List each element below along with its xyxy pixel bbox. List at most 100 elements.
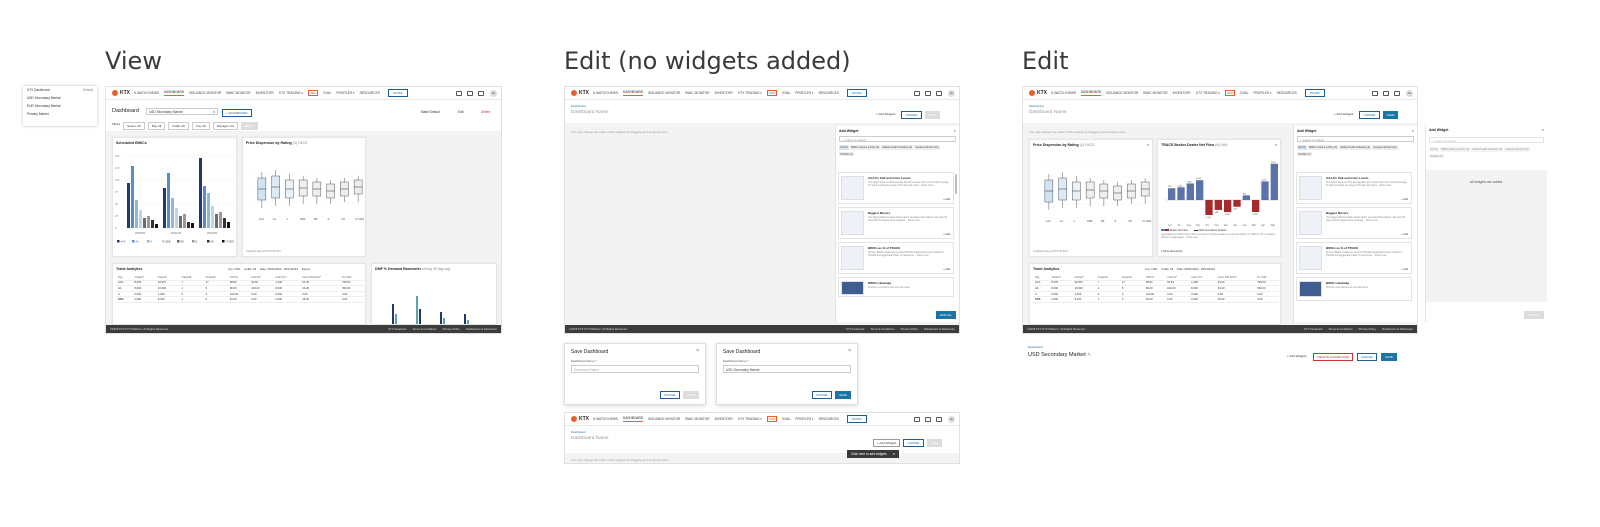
breadcrumb[interactable]: Dashboard (1028, 345, 1043, 349)
add-all-button[interactable]: ADD ALL (935, 311, 956, 319)
nav-profiles[interactable]: PROFILES ▾ (795, 91, 813, 95)
close-icon[interactable]: × (954, 128, 956, 133)
filter-manager[interactable]: Manager: All (212, 122, 238, 130)
footer-link[interactable]: Terms & Conditions (870, 327, 894, 331)
chip[interactable]: All (21) (1297, 145, 1307, 150)
date-filter[interactable]: Date: 05/21/2024 - 05/21/2024 (1177, 267, 1215, 271)
save-button[interactable]: SAVE (924, 111, 941, 119)
chip[interactable]: Portfolio (2) (839, 152, 854, 157)
dashboard-select[interactable]: USD Secondary Market ▾ (146, 108, 218, 115)
add-widget-button[interactable]: + Add (1401, 268, 1408, 271)
add-widget-button[interactable]: + Add (1401, 198, 1408, 201)
messages-icon[interactable] (936, 90, 942, 96)
save-button[interactable]: SAVE (683, 391, 699, 399)
nav-dashboard[interactable]: DASHBOARD (1080, 90, 1102, 96)
nav-bwic[interactable]: BWIC MONITOR (1143, 91, 1167, 95)
nav-bwic[interactable]: BWIC MONITOR (685, 417, 709, 421)
nav-ktx-trading[interactable]: KTX TRADING ▾ (279, 91, 303, 95)
avatar[interactable]: AH (948, 415, 955, 423)
nav-issuance[interactable]: ISSUANCE MONITOR (648, 91, 680, 95)
chip[interactable]: Issuance Monitor (10) (914, 145, 940, 150)
save-button[interactable]: SAVE (1381, 353, 1397, 361)
chip[interactable]: Issuance Monitor (10) (1372, 145, 1398, 150)
nav-ktx-trading[interactable]: KTX TRADING ▾ (1196, 91, 1220, 95)
nav-eval[interactable]: EVAL (782, 91, 790, 95)
nav-dashboard[interactable]: DASHBOARD (163, 90, 185, 96)
chat-icon[interactable] (914, 416, 920, 422)
dashboard-name-field[interactable]: Dashboard Name (571, 110, 609, 115)
widget-search-input[interactable]: ⌕ Search for widget (1429, 137, 1544, 143)
chip[interactable]: BWICs Volume & Price (9) (849, 145, 881, 150)
nav-kwatch[interactable]: K-WATCH NEWS (134, 91, 159, 95)
dropdown-item[interactable]: Primary Market (23, 110, 97, 118)
nav-issuance[interactable]: ISSUANCE MONITOR (1106, 91, 1138, 95)
footer-link[interactable]: Privacy Policy (901, 327, 918, 331)
close-icon[interactable]: × (1542, 127, 1544, 132)
export-button[interactable]: Export (302, 267, 310, 271)
nav-eval[interactable]: EVAL (1240, 91, 1248, 95)
breadcrumb[interactable]: Dashboard (571, 104, 586, 108)
chip[interactable]: All (21) (1429, 147, 1439, 152)
apply-button[interactable]: APPLY (240, 122, 259, 130)
footer-link[interactable]: Disclaimers & Disclosure (466, 327, 497, 331)
nav-resources[interactable]: RESOURCES (819, 417, 839, 421)
nav-eval[interactable]: EVAL (323, 91, 331, 95)
widget-search-input[interactable]: ⌕ Search for widget (839, 136, 956, 142)
footer-link[interactable]: KTX Notebook (846, 327, 864, 331)
nav-kwatch[interactable]: K-WATCH NEWS (1051, 91, 1076, 95)
trace-net-flow-card[interactable]: TRACE Broker-Dealer Net Flow (M) MM × 98… (1157, 139, 1281, 257)
nav-kwatch[interactable]: K-WATCH NEWS (593, 91, 618, 95)
dashboard-name-input[interactable]: Dashboard Name (571, 365, 699, 373)
chat-icon[interactable] (914, 90, 920, 96)
nav-dashboard[interactable]: DASHBOARD (622, 90, 644, 96)
chip[interactable]: Market Health Indicators (6) (881, 145, 914, 150)
chip[interactable]: Market Health Indicators (6) (1339, 145, 1372, 150)
footer-link[interactable]: KTX Notebook (1304, 327, 1322, 331)
chat-icon[interactable] (456, 90, 462, 96)
dashboard-name-input[interactable]: USD Secondary Market (723, 365, 851, 373)
nav-eval[interactable]: EVAL (782, 417, 790, 421)
nav-kwatch[interactable]: K-WATCH NEWS (593, 417, 618, 421)
messages-icon[interactable] (1394, 90, 1400, 96)
cancel-button[interactable]: CANCEL (812, 391, 833, 399)
collat-filter[interactable]: Collat: All (1161, 267, 1173, 271)
delete-dashboard-button[interactable]: DELETE DASHBOARD (1313, 353, 1353, 361)
chip[interactable]: Market Health Indicators (6) (1471, 147, 1504, 152)
avatar[interactable]: AH (490, 89, 497, 97)
close-icon[interactable]: ✕ (893, 452, 896, 456)
chip[interactable]: BWICs Volume & Price (9) (1439, 147, 1471, 152)
show-description-link[interactable]: ▾ Show description (1161, 250, 1183, 253)
add-widgets-toast[interactable]: Click here to add widgets ✕ (847, 450, 900, 458)
cancel-button[interactable]: CANCEL (660, 391, 681, 399)
avatar[interactable]: AH (948, 89, 955, 97)
footer-link[interactable]: Terms & Conditions (412, 327, 436, 331)
nav-resources[interactable]: RESOURCES (360, 91, 380, 95)
add-widget-button[interactable]: + Add (1401, 233, 1408, 236)
trade-analytics-card[interactable]: Trade Analytics Ccy: USD Collat: All Dat… (1029, 263, 1281, 325)
notebook-icon[interactable] (1383, 90, 1389, 96)
panel-scrollbar[interactable] (955, 174, 957, 194)
ccy-filter[interactable]: Ccy: USD (228, 267, 240, 271)
chip[interactable]: Portfolio (2) (1429, 154, 1444, 159)
add-widgets-button[interactable]: + Add Widgets (873, 111, 899, 119)
footer-link[interactable]: Privacy Policy (443, 327, 460, 331)
nav-profiles[interactable]: PROFILES ▾ (795, 417, 813, 421)
add-widget-button[interactable]: + Add (943, 268, 950, 271)
footer-link[interactable]: Terms & Conditions (1328, 327, 1352, 331)
save-button[interactable]: SAVE (835, 391, 851, 399)
nav-bwic[interactable]: BWIC MONITOR (226, 91, 250, 95)
price-dispersion-card[interactable]: Price Dispersion by Rating (3) FACE × AA… (1029, 139, 1153, 257)
notebook-icon[interactable] (467, 90, 473, 96)
close-icon[interactable]: × (848, 348, 851, 354)
dashboard-name-field[interactable]: Dashboard Name (1029, 110, 1067, 115)
chat-icon[interactable] (1372, 90, 1378, 96)
pencil-icon[interactable]: ✎ (1087, 352, 1091, 357)
footer-link[interactable]: KTX Notebook (388, 327, 406, 331)
dropdown-item[interactable]: EUR Secondary Market (23, 102, 97, 110)
save-button[interactable]: SAVE (926, 439, 943, 447)
nav-inventory[interactable]: INVENTORY (715, 417, 733, 421)
add-all-button[interactable]: ADD ALL (1523, 311, 1544, 319)
nav-ktx-trading[interactable]: KTX TRADING ▾ (738, 91, 762, 95)
dropdown-item[interactable]: USD Secondary Market (23, 94, 97, 102)
nav-profiles[interactable]: PROFILES ▾ (336, 91, 354, 95)
